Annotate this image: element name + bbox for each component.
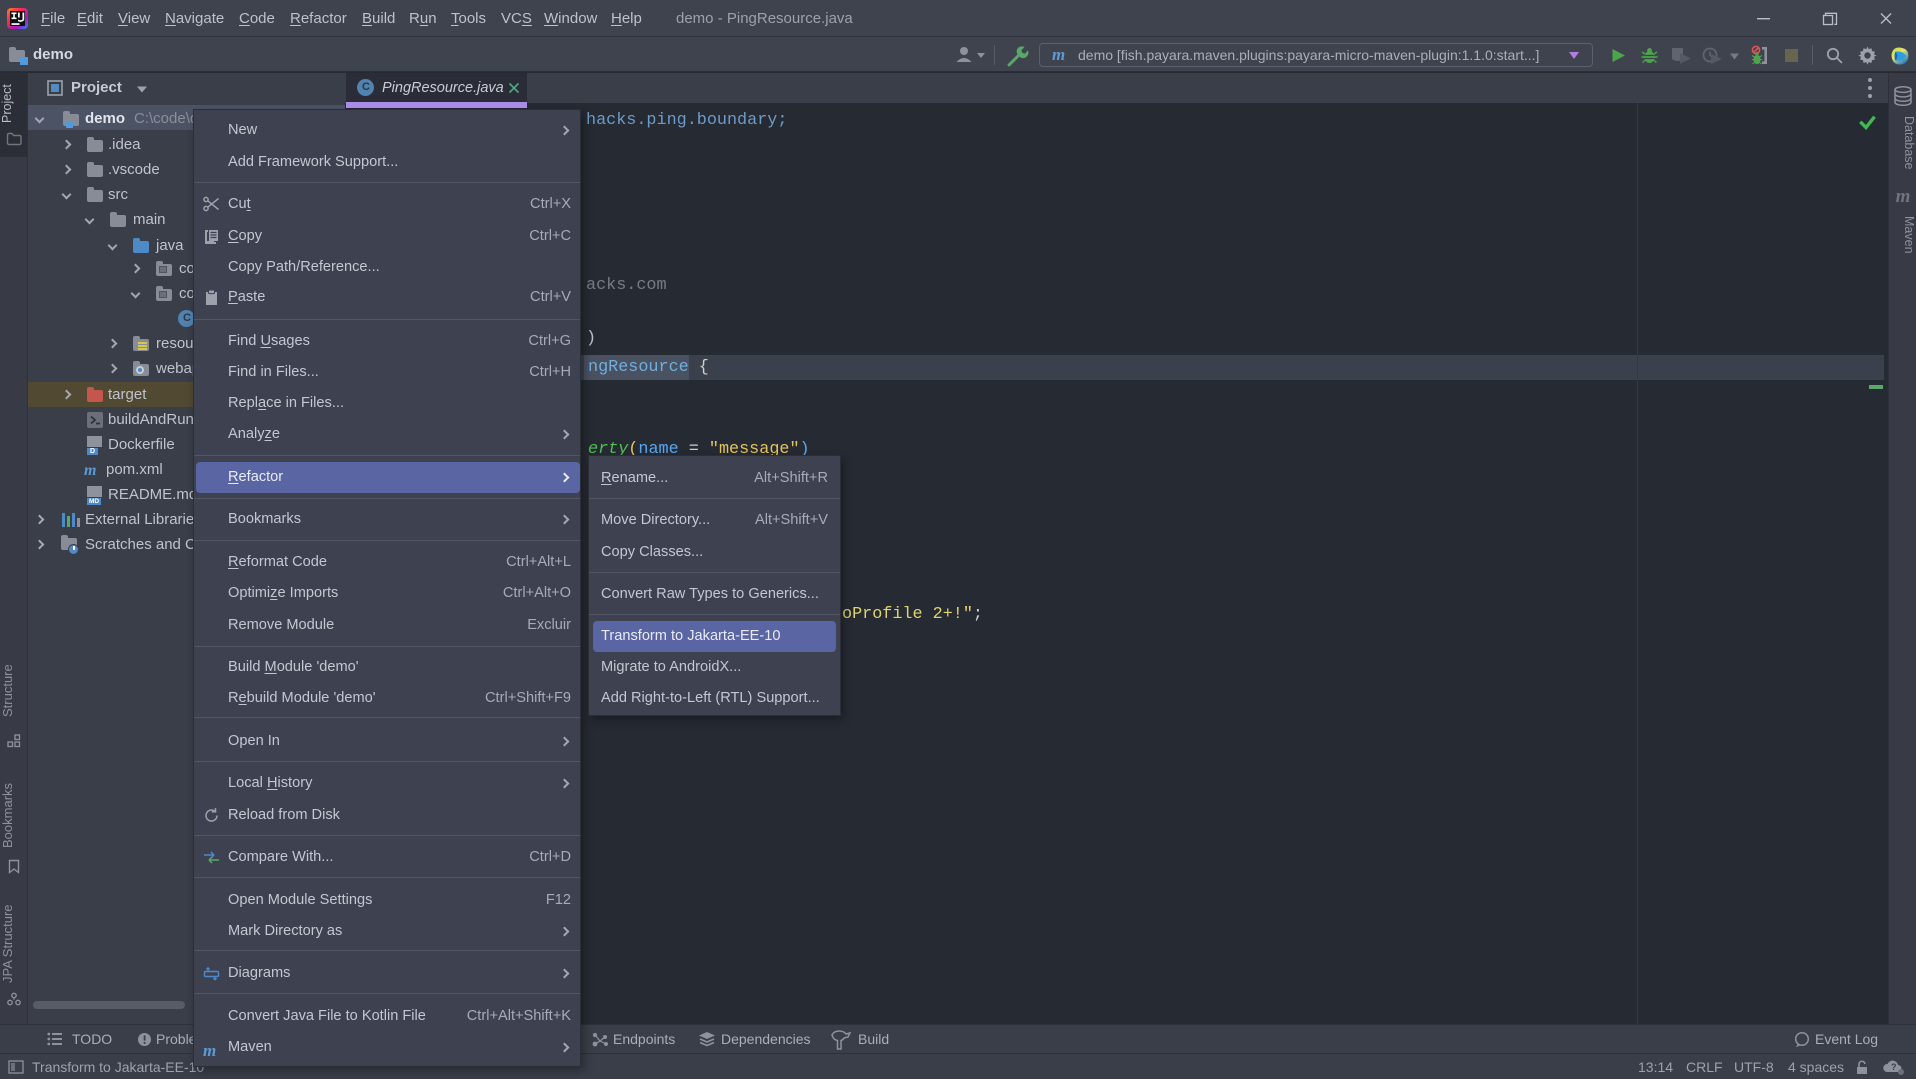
svg-text:?: ? bbox=[1891, 1062, 1897, 1072]
